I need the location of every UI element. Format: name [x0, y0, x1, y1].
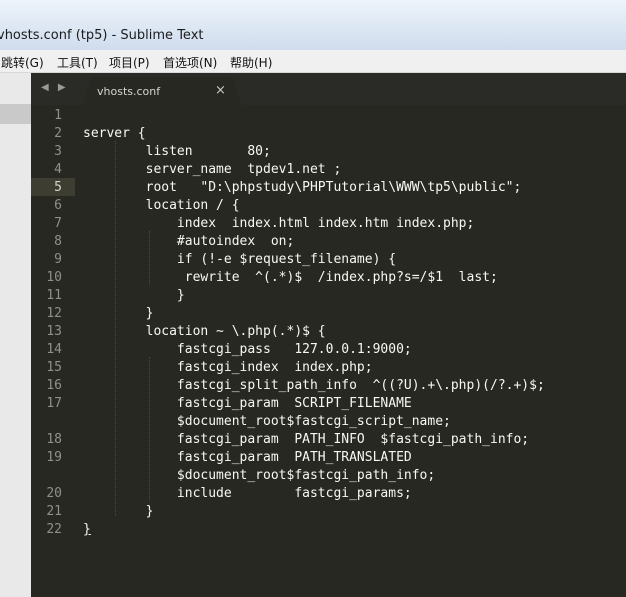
code-line[interactable]: } [83, 306, 154, 321]
sidebar[interactable] [0, 73, 31, 597]
line-number: 4 [54, 162, 62, 177]
line-number: 3 [54, 144, 62, 159]
menu-preferences[interactable]: 首选项(N) [163, 54, 217, 71]
line-number: 6 [54, 198, 62, 213]
line-number: 10 [46, 270, 62, 285]
menu-goto[interactable]: 跳转(G) [1, 54, 44, 71]
window-title: vhosts.conf (tp5) - Sublime Text [0, 28, 204, 43]
code-line[interactable]: fastcgi_split_path_info ^((?U).+\.php)(/… [83, 378, 545, 393]
line-number: 1 [54, 108, 62, 123]
code-line[interactable]: server_name tpdev1.net ; [83, 162, 342, 177]
tab-bar: ◀ ▶ vhosts.conf × [31, 73, 626, 105]
code-line[interactable]: index index.html index.htm index.php; [83, 216, 474, 231]
code-line[interactable]: fastcgi_param PATH_TRANSLATED [83, 450, 412, 465]
code-line[interactable]: if (!-e $request_filename) { [83, 252, 396, 267]
code-line[interactable]: server { [83, 126, 146, 141]
line-number: 19 [46, 450, 62, 465]
code-line[interactable]: include fastcgi_params; [83, 486, 412, 501]
menu-help[interactable]: 帮助(H) [230, 54, 272, 71]
code-line[interactable]: } [83, 522, 91, 537]
code-line[interactable]: } [83, 288, 185, 303]
title-bar: vhosts.conf (tp5) - Sublime Text [0, 0, 626, 50]
tab-vhosts-conf[interactable]: vhosts.conf × [83, 77, 241, 105]
menu-tools[interactable]: 工具(T) [57, 54, 98, 71]
line-number: 17 [46, 396, 62, 411]
sidebar-selected-item[interactable] [0, 104, 31, 124]
tab-label: vhosts.conf [97, 85, 161, 98]
code-line[interactable]: root "D:\phpstudy\PHPTutorial\WWW\tp5\pu… [83, 180, 522, 195]
line-number: 13 [46, 324, 62, 339]
line-number-gutter: 1 2 3 4 5 6 7 8 9 10 11 12 13 14 15 16 17 18 19 20 21 22 [31, 105, 75, 597]
line-number: 21 [46, 504, 62, 519]
code-line[interactable]: } [83, 504, 154, 519]
code-editor[interactable]: 1 2 3 4 5 6 7 8 9 10 11 12 13 14 15 16 17 18 19 20 21 22 serv… [31, 105, 626, 597]
code-line[interactable]: rewrite ^(.*)$ /index.php?s=/$1 last; [83, 270, 498, 285]
code-line[interactable]: $document_root$fastcgi_path_info; [83, 468, 435, 483]
line-number: 9 [54, 252, 62, 267]
line-number: 18 [46, 432, 62, 447]
line-number: 22 [46, 522, 62, 537]
line-number: 20 [46, 486, 62, 501]
indent-guide [115, 141, 116, 516]
code-line[interactable]: fastcgi_param SCRIPT_FILENAME [83, 396, 412, 411]
code-line[interactable]: $document_root$fastcgi_script_name; [83, 414, 451, 429]
line-number: 2 [54, 126, 62, 141]
line-number: 11 [46, 288, 62, 303]
line-number: 5 [54, 180, 62, 195]
menu-bar: 跳转(G) 工具(T) 项目(P) 首选项(N) 帮助(H) [0, 50, 626, 73]
tab-close-icon[interactable]: × [215, 83, 226, 98]
code-line[interactable]: fastcgi_index index.php; [83, 360, 373, 375]
line-number: 7 [54, 216, 62, 231]
line-number: 8 [54, 234, 62, 249]
menu-project[interactable]: 项目(P) [109, 54, 150, 71]
line-number: 16 [46, 378, 62, 393]
line-number: 15 [46, 360, 62, 375]
indent-guide [149, 231, 150, 285]
indent-guide [149, 357, 150, 501]
code-line[interactable]: location ~ \.php(.*)$ { [83, 324, 326, 339]
line-number: 14 [46, 342, 62, 357]
code-line[interactable]: fastcgi_pass 127.0.0.1:9000; [83, 342, 412, 357]
code-line[interactable]: listen 80; [83, 144, 271, 159]
line-number: 12 [46, 306, 62, 321]
tab-nav-arrows-icon[interactable]: ◀ ▶ [41, 82, 69, 93]
code-line[interactable]: location / { [83, 198, 240, 213]
